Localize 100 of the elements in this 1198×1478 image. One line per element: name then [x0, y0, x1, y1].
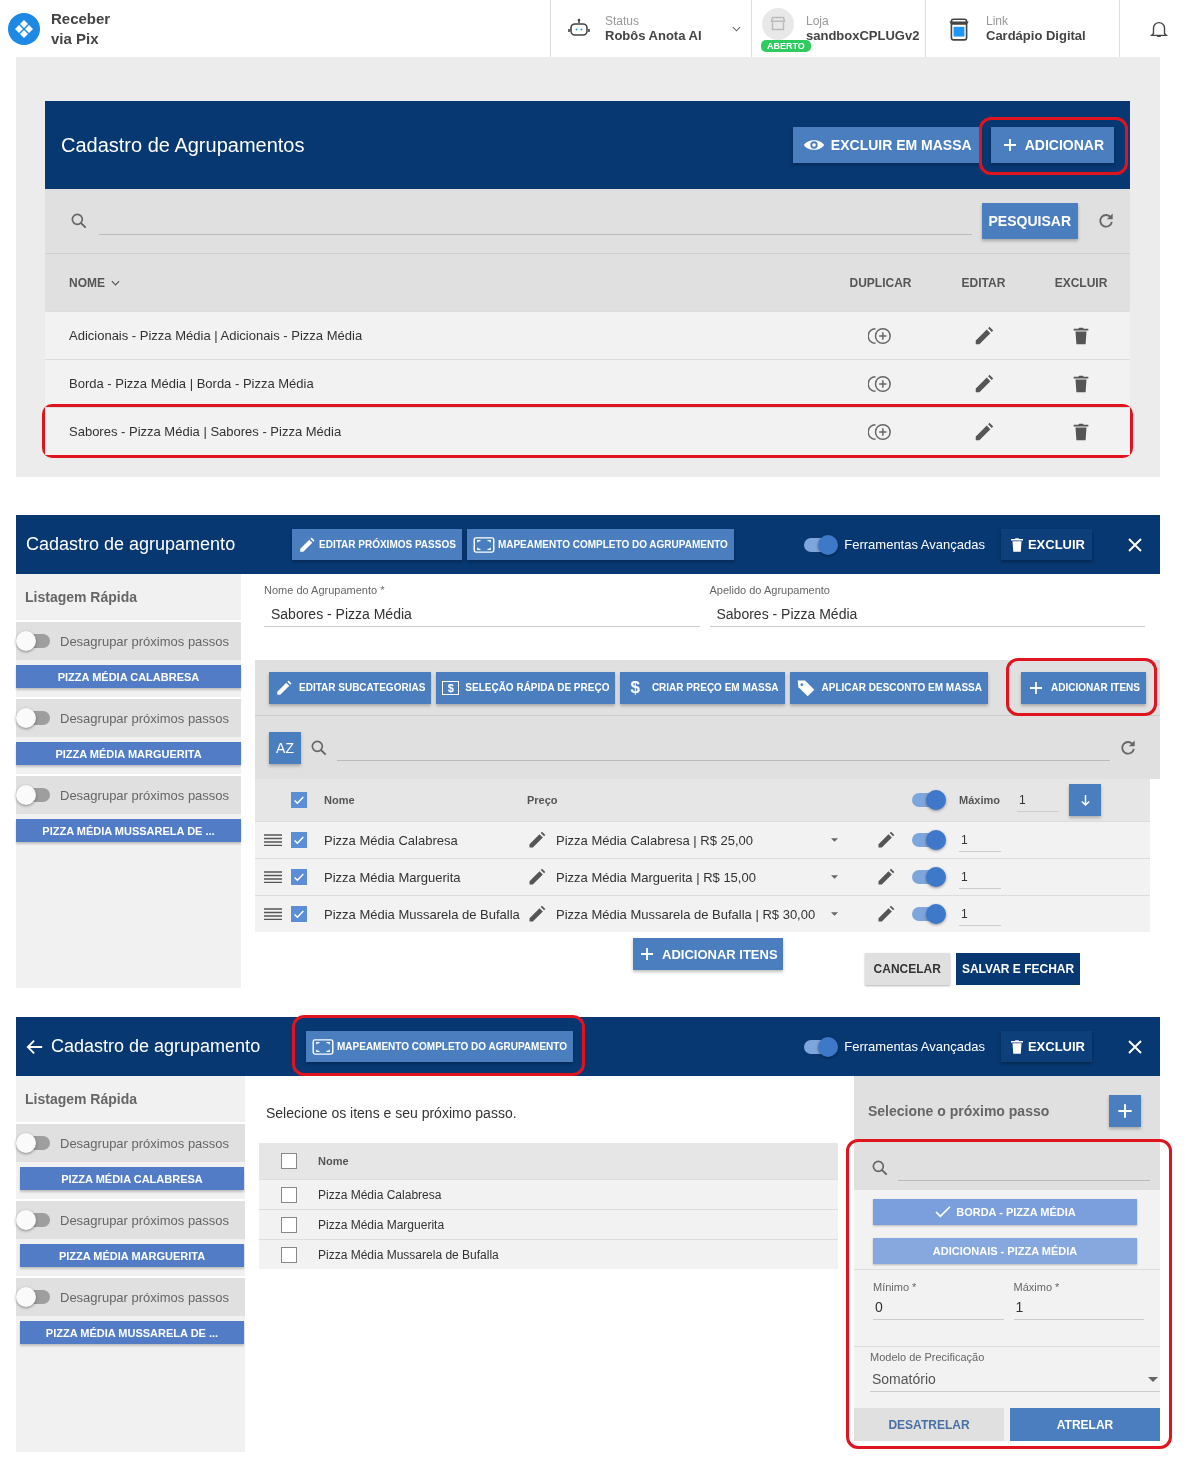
checkbox[interactable]	[281, 1246, 297, 1263]
column-header: Preço	[527, 794, 559, 806]
checkbox[interactable]	[281, 1216, 297, 1233]
table-row[interactable]: Sabores - Pizza Média | Sabores - Pizza Média	[45, 407, 1130, 455]
pix-logo-icon	[8, 12, 40, 45]
item-button[interactable]: PIZZA MÉDIA CALABRESA	[20, 1167, 244, 1190]
table-row[interactable]: Pizza Média Mussarela de Bufalla	[259, 1239, 838, 1269]
search-button[interactable]: PESQUISAR	[981, 203, 1078, 239]
number-field[interactable]: Máximo * 1	[1013, 1281, 1144, 1320]
full-mapping-button[interactable]: MAPEAMENTO COMPLETO DO AGRUPAMENTO	[306, 1031, 573, 1062]
sidebar-title: Listagem Rápida	[24, 1090, 139, 1109]
drag-handle-icon[interactable]	[264, 871, 282, 883]
apply-down-button[interactable]	[1069, 784, 1101, 816]
toggle-label: Desagrupar próximos passos	[60, 1135, 230, 1151]
table-row[interactable]: Borda - Pizza Média | Borda - Pizza Média	[45, 359, 1130, 407]
pencil-icon[interactable]	[527, 830, 547, 850]
price-select[interactable]: Pizza Média Calabresa | R$ 25,00	[556, 832, 876, 848]
table-row[interactable]: Pizza Média Marguerita	[259, 1209, 838, 1239]
max-toggle[interactable]	[912, 907, 944, 921]
checkbox[interactable]	[291, 832, 307, 848]
ungroup-toggle[interactable]	[18, 634, 50, 648]
number-field[interactable]: Mínimo * 0	[873, 1281, 1004, 1320]
arrow-down-icon	[1079, 793, 1091, 807]
pencil-icon[interactable]	[876, 830, 896, 850]
pencil-icon[interactable]	[527, 904, 547, 924]
full-mapping-button[interactable]: MAPEAMENTO COMPLETO DO AGRUPAMENTO	[466, 529, 734, 560]
pencil-icon[interactable]	[298, 535, 316, 554]
delete-button[interactable]: EXCLUIR	[1000, 529, 1092, 560]
checkbox[interactable]	[281, 1153, 297, 1169]
brand-text[interactable]: Receber via Pix	[51, 8, 111, 49]
advanced-tools-toggle[interactable]	[804, 1039, 837, 1054]
item-button[interactable]: PIZZA MÉDIA CALABRESA	[16, 665, 241, 688]
table-cell-text: Sabores - Pizza Média | Sabores - Pizza Média	[69, 424, 343, 439]
pricing-model-select[interactable]: Modelo de Precificação Somatório	[870, 1351, 1160, 1392]
toggle-label: Desagrupar próximos passos	[60, 710, 230, 726]
price-select[interactable]: Pizza Média Marguerita | R$ 15,00	[556, 869, 876, 885]
save-button[interactable]: SALVAR E FECHAR	[955, 953, 1081, 985]
add-items-button[interactable]: ADICIONAR ITENS	[633, 938, 783, 970]
chevron-down-icon	[731, 25, 741, 32]
unlink-button[interactable]: DESATRELAR	[854, 1408, 1004, 1441]
add-button[interactable]: ADICIONAR	[990, 127, 1114, 163]
link-button[interactable]: ATRELAR	[1010, 1408, 1160, 1441]
search-icon	[69, 211, 89, 231]
item-button[interactable]: PIZZA MÉDIA MUSSARELA DE ...	[16, 819, 241, 842]
ungroup-toggle[interactable]	[18, 1290, 50, 1304]
ungroup-toggle[interactable]	[18, 1213, 50, 1227]
refresh-icon[interactable]	[1096, 211, 1116, 231]
sort-button[interactable]: AZ	[269, 731, 301, 764]
max-toggle[interactable]	[912, 833, 944, 847]
checkbox[interactable]	[291, 869, 307, 885]
max-field[interactable]: 1	[959, 828, 1001, 852]
ungroup-toggle[interactable]	[18, 788, 50, 802]
table-cell-text: Adicionais - Pizza Média | Adicionais - Pizza Média	[69, 328, 364, 343]
close-icon[interactable]	[1126, 535, 1144, 554]
edit-subcategories-button[interactable]: EDITAR SUBCATEGORIAS	[269, 671, 432, 704]
max-toggle[interactable]	[912, 793, 944, 807]
price-select[interactable]: Pizza Média Mussarela de Bufalla | R$ 30,00	[556, 906, 876, 922]
item-button[interactable]: PIZZA MÉDIA MARGUERITA	[20, 1244, 244, 1267]
table-row[interactable]: Adicionais - Pizza Média | Adicionais - Pizza Média	[45, 311, 1130, 359]
pencil-icon[interactable]	[527, 867, 547, 887]
item-button[interactable]: PIZZA MÉDIA MARGUERITA	[16, 742, 241, 765]
add-button[interactable]	[1109, 1094, 1141, 1127]
drag-handle-icon[interactable]	[264, 834, 282, 846]
bulk-price-button[interactable]: $ CRIAR PREÇO EM MASSA	[620, 671, 785, 704]
back-arrow-icon[interactable]	[26, 1037, 44, 1056]
max-field[interactable]: 1	[1017, 788, 1059, 812]
checkbox[interactable]	[291, 792, 307, 808]
toggle-label: Desagrupar próximos passos	[60, 787, 230, 803]
table-row[interactable]: Pizza Média Calabresa	[259, 1179, 838, 1209]
item-button[interactable]: PIZZA MÉDIA MUSSARELA DE ...	[20, 1321, 244, 1344]
advanced-tools-toggle[interactable]	[804, 537, 837, 552]
cancel-button[interactable]: CANCELAR	[864, 953, 950, 985]
column-header[interactable]: NOME	[69, 275, 826, 290]
drag-handle-icon[interactable]	[264, 908, 282, 920]
delete-button[interactable]: EXCLUIR	[1000, 1031, 1092, 1062]
add-items-button[interactable]: ADICIONAR ITENS	[1021, 671, 1146, 704]
pencil-icon[interactable]	[876, 867, 896, 887]
bulk-delete-button[interactable]: EXCLUIR EM MASSA	[792, 127, 982, 163]
text-field[interactable]: Nome do Agrupamento * Sabores - Pizza Média	[264, 584, 700, 660]
checkbox[interactable]	[291, 906, 307, 922]
edit-next-steps-button[interactable]: EDITAR PRÓXIMOS PASSOS	[292, 529, 462, 560]
checkbox[interactable]	[281, 1186, 297, 1203]
dollar-icon: $	[626, 677, 646, 698]
ungroup-toggle[interactable]	[18, 1136, 50, 1150]
max-toggle[interactable]	[912, 870, 944, 884]
quick-price-button[interactable]: $ SELEÇÃO RÁPIDA DE PREÇO	[436, 671, 616, 704]
text-field[interactable]: Apelido do Agrupamento Sabores - Pizza Média	[709, 584, 1145, 660]
menu-tablet-icon	[946, 15, 972, 42]
max-field[interactable]: 1	[959, 902, 1001, 926]
expand-frame-icon	[472, 536, 495, 553]
close-icon[interactable]	[1126, 1037, 1144, 1056]
ungroup-toggle[interactable]	[18, 711, 50, 725]
max-field[interactable]: 1	[959, 865, 1001, 889]
open-badge: ABERTO	[761, 40, 811, 52]
column-header: Nome	[318, 1155, 349, 1167]
pencil-icon[interactable]	[876, 904, 896, 924]
pencil-icon[interactable]	[275, 678, 293, 697]
bulk-discount-button[interactable]: APLICAR DESCONTO EM MASSA	[789, 671, 988, 704]
page-title: Cadastro de Agrupamentos	[61, 133, 306, 157]
column-header: Nome	[324, 794, 356, 806]
